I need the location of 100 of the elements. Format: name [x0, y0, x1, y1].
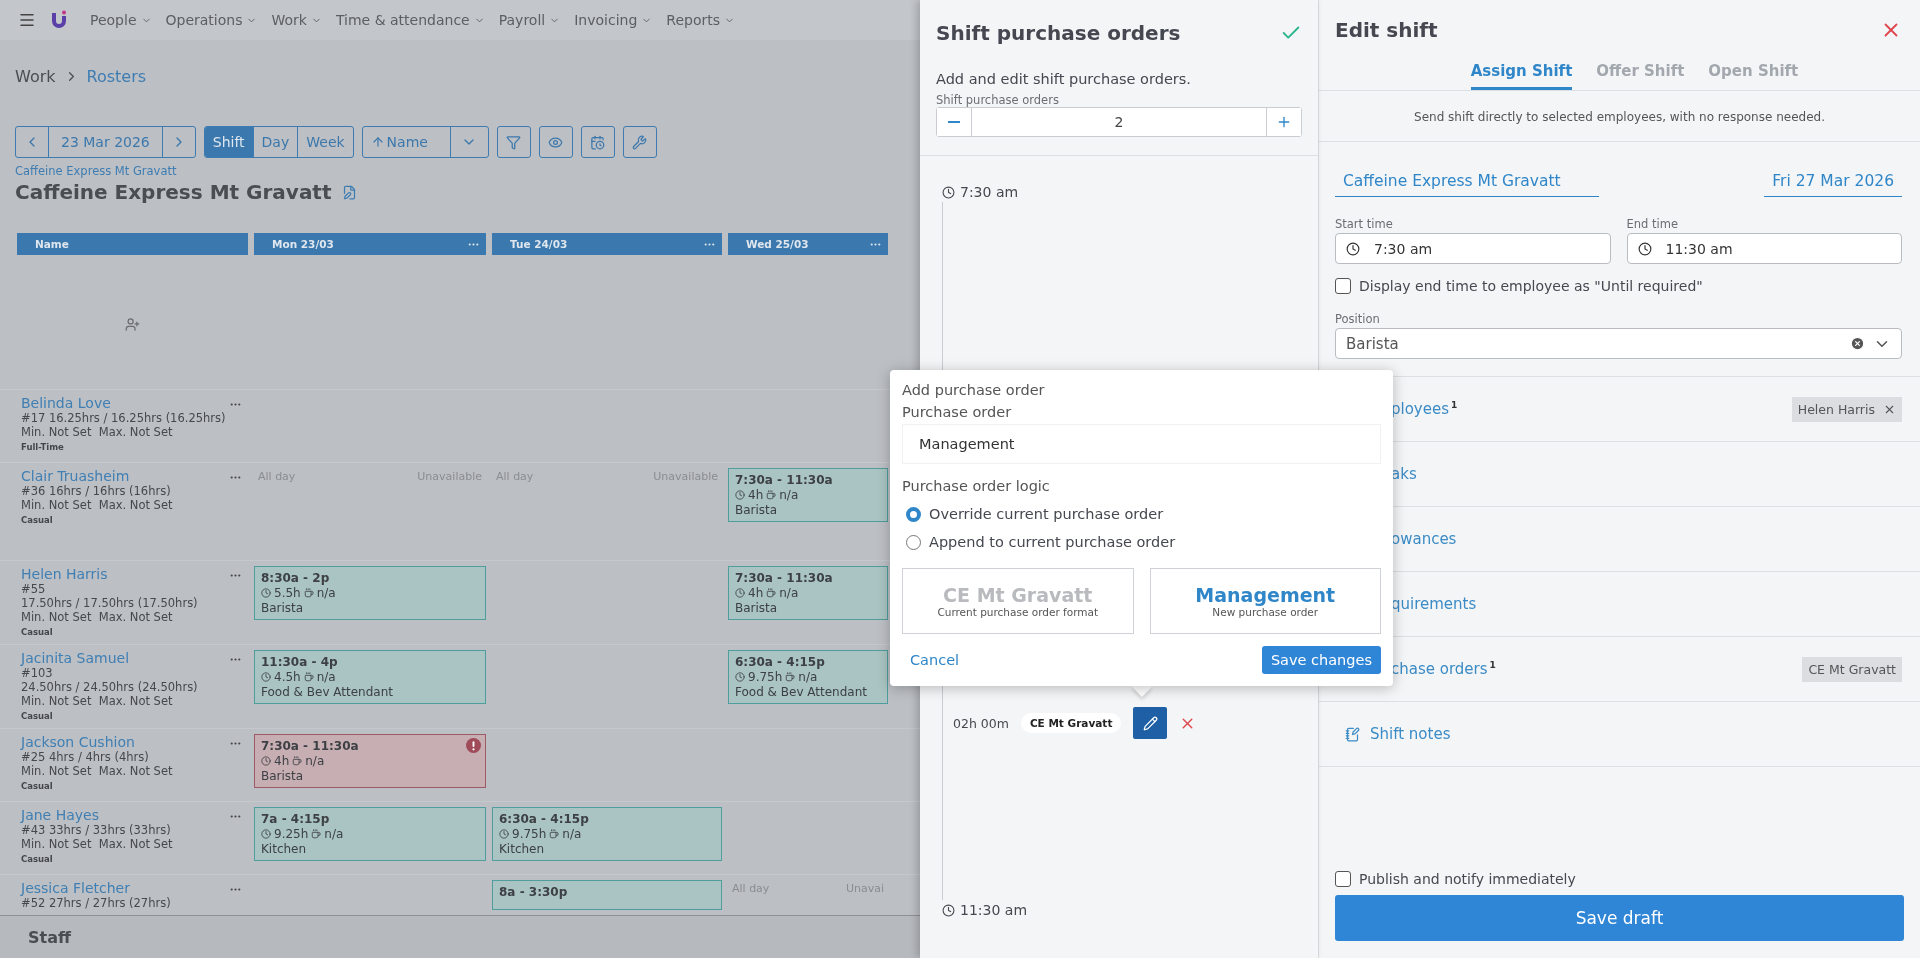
employee-detail: Min. Not Set Max. Not Set — [21, 764, 173, 778]
segment-duration: 02h 00m — [953, 715, 1009, 731]
eye-button[interactable] — [538, 126, 573, 158]
shift-time: 11:30a - 4p — [261, 655, 338, 669]
employee-detail: Min. Not Set Max. Not Set — [21, 610, 173, 624]
date-picker-button[interactable]: 23 Mar 2026 — [48, 127, 162, 157]
shift-time: 6:30a - 4:15p — [735, 655, 825, 669]
breadcrumb-link[interactable]: Work — [15, 66, 56, 86]
tab-description: Send shift directly to selected employees, with no response needed. — [1414, 110, 1825, 124]
clock-icon — [735, 490, 745, 500]
sort-button[interactable]: Name — [362, 127, 450, 157]
view-tab[interactable]: Shift — [204, 127, 253, 157]
employee-detail: Min. Not Set Max. Not Set — [21, 837, 173, 851]
shift-hours: 4.5h — [274, 670, 301, 684]
shift-card[interactable]: 6:30a - 4:15p 9.75h n/a Food & Bev Attendant — [728, 650, 888, 704]
clock-icon — [499, 829, 509, 839]
location-link[interactable]: Caffeine Express Mt Gravatt — [15, 164, 177, 178]
start-time-input[interactable]: 7:30 am — [1335, 233, 1611, 264]
employment-type: Full-Time — [21, 442, 64, 452]
shift-card[interactable]: 6:30a - 4:15p 9.75h n/a Kitchen — [492, 807, 722, 861]
eye-icon — [548, 134, 564, 150]
section-toggle[interactable]: quirements — [1391, 595, 1477, 613]
save-draft-button[interactable]: Save draft — [1335, 895, 1904, 941]
shift-card[interactable]: 11:30a - 4p 4.5h n/a Food & Bev Attendant — [254, 650, 486, 704]
section-toggle[interactable]: owances — [1391, 530, 1457, 548]
shift-time: 7:30a - 11:30a — [735, 571, 833, 585]
clear-icon[interactable] — [1850, 336, 1865, 351]
employee-name[interactable]: Jacinita Samuel — [21, 650, 130, 666]
view-tab[interactable]: Day — [252, 127, 298, 157]
date-field[interactable]: Fri 27 Mar 2026 — [1764, 168, 1902, 197]
column-header[interactable]: Mon 23/03 — [254, 233, 486, 255]
section-toggle[interactable]: chase orders$^{1}$ — [1391, 660, 1496, 678]
coffee-icon — [303, 672, 314, 682]
nav-menu-item[interactable]: Work — [271, 12, 322, 28]
shift-card[interactable]: 8a - 3:30p — [492, 880, 722, 910]
shift-breaks: n/a — [779, 586, 799, 600]
purchase-order-input[interactable]: Management — [902, 424, 1381, 464]
selected-tag: CE Mt Gravatt — [1802, 656, 1902, 682]
column-header[interactable]: Name — [17, 233, 248, 255]
plus-icon — [1276, 114, 1292, 130]
shift-hours: 5.5h — [274, 586, 301, 600]
radio-button[interactable] — [906, 534, 921, 550]
nav-menu-item[interactable]: People — [90, 12, 152, 28]
shift-time: 7:30a - 11:30a — [735, 473, 833, 487]
section-toggle[interactable]: aks — [1391, 465, 1417, 483]
nav-menu-item[interactable]: Invoicing — [574, 12, 653, 28]
menu-icon[interactable] — [18, 11, 36, 29]
column-header[interactable]: Wed 25/03 — [728, 233, 888, 255]
location-field[interactable]: Caffeine Express Mt Gravatt — [1335, 168, 1599, 197]
employee-name[interactable]: Jackson Cushion — [21, 734, 135, 750]
column-header[interactable]: Tue 24/03 — [492, 233, 722, 255]
position-select[interactable]: Barista — [1335, 328, 1902, 359]
save-changes-button[interactable]: Save changes — [1261, 646, 1381, 674]
coffee-icon — [292, 756, 303, 766]
calendar-button[interactable] — [580, 126, 615, 158]
view-tab[interactable]: Week — [297, 127, 353, 157]
field-label: Start time — [1335, 217, 1393, 231]
shift-role: Barista — [261, 601, 304, 615]
employee-name[interactable]: Jessica Fletcher — [21, 880, 130, 896]
nav-menu-item[interactable]: Time & attendance — [335, 12, 485, 28]
edit-button[interactable] — [1133, 707, 1168, 739]
employee-name[interactable]: Clair Truasheim — [21, 468, 130, 484]
shift-notes-toggle[interactable]: Shift notes — [1345, 725, 1451, 743]
breadcrumb-link[interactable]: Rosters — [86, 66, 147, 86]
warning-icon — [466, 738, 481, 753]
shift-card[interactable]: 8:30a - 2p 5.5h n/a Barista — [254, 566, 486, 620]
shift-card[interactable]: 7:30a - 11:30a 4h n/a Barista — [254, 734, 486, 788]
coffee-icon — [311, 829, 322, 839]
notes-icon — [1345, 726, 1360, 742]
nav-menu-item[interactable]: Payroll — [498, 12, 561, 28]
shift-card[interactable]: 7:30a - 11:30a 4h n/a Barista — [728, 468, 888, 522]
shift-card[interactable]: 7:30a - 11:30a 4h n/a Barista — [728, 566, 888, 620]
wrench-button[interactable] — [622, 126, 657, 158]
cancel-link[interactable]: Cancel — [902, 648, 968, 672]
employee-name[interactable]: Jane Hayes — [21, 807, 99, 823]
filter-button[interactable] — [496, 126, 531, 158]
coffee-icon — [303, 588, 314, 598]
employee-name[interactable]: Belinda Love — [21, 395, 111, 411]
radio-button[interactable] — [906, 506, 921, 522]
checkbox[interactable] — [1335, 871, 1351, 887]
tab[interactable]: Offer Shift — [1596, 56, 1685, 90]
field-label: Shift purchase orders — [936, 93, 1059, 107]
end-time-input[interactable]: 11:30 am — [1626, 233, 1902, 264]
format-caption: New purchase order — [1212, 606, 1319, 618]
employee-detail: #36 16hrs / 16hrs (16hrs) — [21, 484, 171, 498]
edit-document-icon[interactable] — [341, 184, 357, 200]
add-person-icon[interactable] — [125, 316, 140, 332]
shift-time: 8:30a - 2p — [261, 571, 330, 585]
shift-role: Barista — [735, 503, 778, 517]
tab[interactable]: Assign Shift — [1470, 56, 1573, 90]
nav-menu-item[interactable]: Reports — [666, 12, 735, 28]
tab[interactable]: Open Shift — [1708, 56, 1799, 90]
checkbox[interactable] — [1335, 278, 1351, 294]
shift-card[interactable]: 7a - 4:15p 9.25h n/a Kitchen — [254, 807, 486, 861]
logo[interactable] — [50, 10, 68, 30]
nav-menu-item[interactable]: Operations — [165, 12, 258, 28]
employee-name[interactable]: Helen Harris — [21, 566, 108, 582]
radio-label: Append to current purchase order — [929, 534, 1176, 550]
employee-detail: #52 27hrs / 27hrs (27hrs) — [21, 896, 171, 910]
employee-detail: 17.50hrs / 17.50hrs (17.50hrs) — [21, 596, 198, 610]
